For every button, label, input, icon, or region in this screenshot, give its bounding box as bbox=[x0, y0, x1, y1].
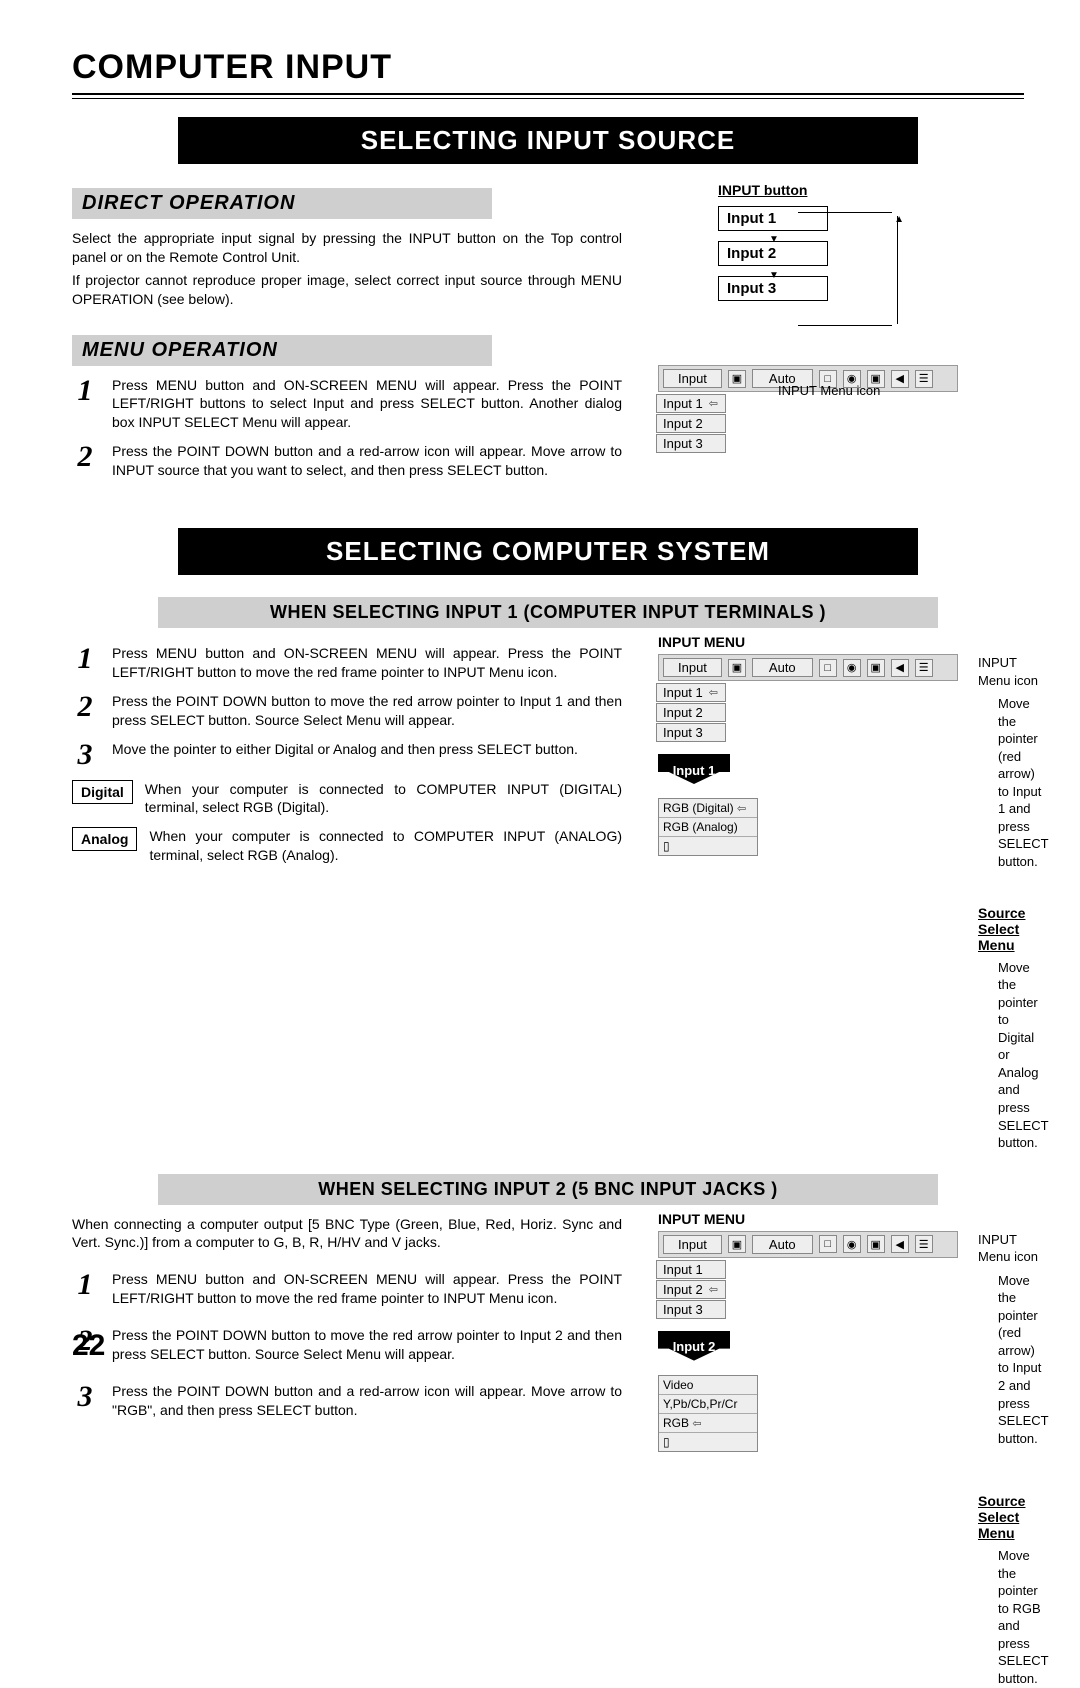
menu-tab-input: Input bbox=[663, 658, 722, 677]
section-selecting-input-source: SELECTING INPUT SOURCE bbox=[178, 117, 918, 164]
digital-text: When your computer is connected to COMPU… bbox=[145, 780, 622, 818]
toolbar-icon: ◀ bbox=[891, 370, 909, 388]
onscreen-menu: Input ▣ Auto □ ◉ ▣ ◀ ☰ bbox=[658, 654, 958, 681]
onscreen-menu: Input ▣ Auto □ ◉ ▣ ◀ ☰ bbox=[658, 1231, 958, 1258]
input2-intro: When connecting a computer output [5 BNC… bbox=[72, 1215, 622, 1253]
toolbar-icon: ☰ bbox=[915, 1235, 933, 1253]
input1-step3: Move the pointer to either Digital or An… bbox=[112, 740, 622, 770]
source-row: RGB (Analog) bbox=[659, 818, 757, 837]
source-row: RGB ⇦ bbox=[659, 1414, 757, 1433]
step-number: 1 bbox=[72, 644, 98, 682]
tag-digital: Digital bbox=[72, 780, 133, 804]
menu-op-step2: Press the POINT DOWN button and a red-ar… bbox=[112, 442, 622, 480]
pointer-icon: ⇦ bbox=[709, 686, 718, 699]
menu-row: Input 3 bbox=[656, 1300, 726, 1319]
source-row: Video bbox=[659, 1376, 757, 1395]
menu-op-step1: Press MENU button and ON-SCREEN MENU wil… bbox=[112, 376, 622, 433]
input2-step3: Press the POINT DOWN button and a red-ar… bbox=[112, 1382, 622, 1420]
toolbar-icon: ☰ bbox=[915, 370, 933, 388]
menu-row: Input 1⇦ bbox=[656, 683, 726, 702]
subsection-direct-operation: DIRECT OPERATION bbox=[72, 188, 492, 219]
toolbar-icon: ◉ bbox=[843, 659, 861, 677]
direct-op-p1: Select the appropriate input signal by p… bbox=[72, 229, 622, 267]
input-menu-title: INPUT MENU bbox=[658, 634, 1048, 650]
source-select-title: Source Select Menu bbox=[978, 1493, 1048, 1541]
input-cycle-diagram: Input 1 ▼ Input 2 ▼ Input 3 ▲ bbox=[718, 206, 918, 301]
pointer-icon: ⇦ bbox=[709, 397, 718, 410]
pointer-icon: ⇦ bbox=[737, 803, 746, 815]
pointer-icon: ⇦ bbox=[709, 1283, 718, 1296]
menu-row: Input 2 bbox=[656, 414, 726, 433]
callout-input-menu-icon: INPUT Menu icon bbox=[978, 654, 1048, 689]
toolbar-icon: ▣ bbox=[867, 1235, 885, 1253]
toolbar-icon: ◀ bbox=[891, 659, 909, 677]
down-arrow-label: Input 1 bbox=[658, 754, 730, 784]
toolbar-icon: ▣ bbox=[867, 659, 885, 677]
step-number: 1 bbox=[72, 1270, 98, 1308]
menu-icon: ▣ bbox=[728, 370, 746, 388]
menu-op-screenshot: Input ▣ Auto □ ◉ ▣ ◀ ☰ Input 1⇦ Input 2 … bbox=[658, 361, 1024, 454]
input-menu-title: INPUT MENU bbox=[658, 1211, 1048, 1227]
pointer-icon: ⇦ bbox=[692, 1418, 701, 1430]
menu-icon: ▣ bbox=[728, 659, 746, 677]
callout-source-select: Move the pointer to Digital or Analog an… bbox=[998, 959, 1048, 1152]
source-select-menu: RGB (Digital) ⇦ RGB (Analog) ▯ bbox=[658, 798, 758, 856]
menu-tab-input: Input bbox=[663, 369, 722, 388]
down-arrow-label: Input 2 bbox=[658, 1331, 730, 1361]
input1-step1: Press MENU button and ON-SCREEN MENU wil… bbox=[112, 644, 622, 682]
callout-move-pointer: Move the pointer (red arrow) to Input 1 … bbox=[998, 695, 1048, 870]
subsection-when-input2: WHEN SELECTING INPUT 2 (5 BNC INPUT JACK… bbox=[158, 1174, 938, 1205]
input2-step2: Press the POINT DOWN button to move the … bbox=[112, 1326, 622, 1364]
cycle-item: Input 1 bbox=[718, 206, 828, 231]
menu-tab-auto: Auto bbox=[752, 658, 813, 677]
arrow-up-icon: ▲ bbox=[894, 214, 904, 225]
input1-step2: Press the POINT DOWN button to move the … bbox=[112, 692, 622, 730]
menu-row: Input 3 bbox=[656, 723, 726, 742]
subsection-when-input1: WHEN SELECTING INPUT 1 (COMPUTER INPUT T… bbox=[158, 597, 938, 628]
toolbar-icon: □ bbox=[819, 1235, 837, 1253]
page-title: COMPUTER INPUT bbox=[72, 48, 1024, 87]
callout-move-pointer: Move the pointer (red arrow) to Input 2 … bbox=[998, 1272, 1048, 1447]
section-selecting-computer-system: SELECTING COMPUTER SYSTEM bbox=[178, 528, 918, 575]
title-divider bbox=[72, 93, 1024, 99]
source-row: RGB (Digital) ⇦ bbox=[659, 799, 757, 818]
menu-row: Input 2⇦ bbox=[656, 1280, 726, 1299]
page-number: 22 bbox=[72, 1329, 105, 1363]
step-number: 2 bbox=[72, 442, 98, 480]
source-row-icon: ▯ bbox=[659, 837, 757, 855]
step-number: 2 bbox=[72, 692, 98, 730]
cycle-item: Input 3 bbox=[718, 276, 828, 301]
cycle-item: Input 2 bbox=[718, 241, 828, 266]
menu-row: Input 3 bbox=[656, 434, 726, 453]
step-number: 1 bbox=[72, 376, 98, 433]
step-number: 3 bbox=[72, 740, 98, 770]
direct-op-p2: If projector cannot reproduce proper ima… bbox=[72, 271, 622, 309]
toolbar-icon: □ bbox=[819, 659, 837, 677]
source-select-menu: Video Y,Pb/Cb,Pr/Cr RGB ⇦ ▯ bbox=[658, 1375, 758, 1452]
toolbar-icon: ☰ bbox=[915, 659, 933, 677]
source-select-title: Source Select Menu bbox=[978, 905, 1048, 953]
callout-input-menu-icon: INPUT Menu icon bbox=[978, 1231, 1048, 1266]
input2-step1: Press MENU button and ON-SCREEN MENU wil… bbox=[112, 1270, 622, 1308]
subsection-menu-operation: MENU OPERATION bbox=[72, 335, 492, 366]
step-number: 3 bbox=[72, 1382, 98, 1420]
toolbar-icon: ◉ bbox=[843, 1235, 861, 1253]
menu-row: Input 2 bbox=[656, 703, 726, 722]
menu-row: Input 1 bbox=[656, 1260, 726, 1279]
menu-row: Input 1⇦ bbox=[656, 394, 726, 413]
tag-analog: Analog bbox=[72, 827, 137, 851]
menu-icon: ▣ bbox=[728, 1235, 746, 1253]
source-row: Y,Pb/Cb,Pr/Cr bbox=[659, 1395, 757, 1414]
menu-tab-input: Input bbox=[663, 1235, 722, 1254]
input-button-title: INPUT button bbox=[718, 182, 1024, 198]
source-row-icon: ▯ bbox=[659, 1433, 757, 1451]
analog-text: When your computer is connected to COMPU… bbox=[149, 827, 622, 865]
toolbar-icon: ◀ bbox=[891, 1235, 909, 1253]
callout-source-select: Move the pointer to RGB and press SELECT… bbox=[998, 1547, 1048, 1687]
menu-tab-auto: Auto bbox=[752, 1235, 813, 1254]
